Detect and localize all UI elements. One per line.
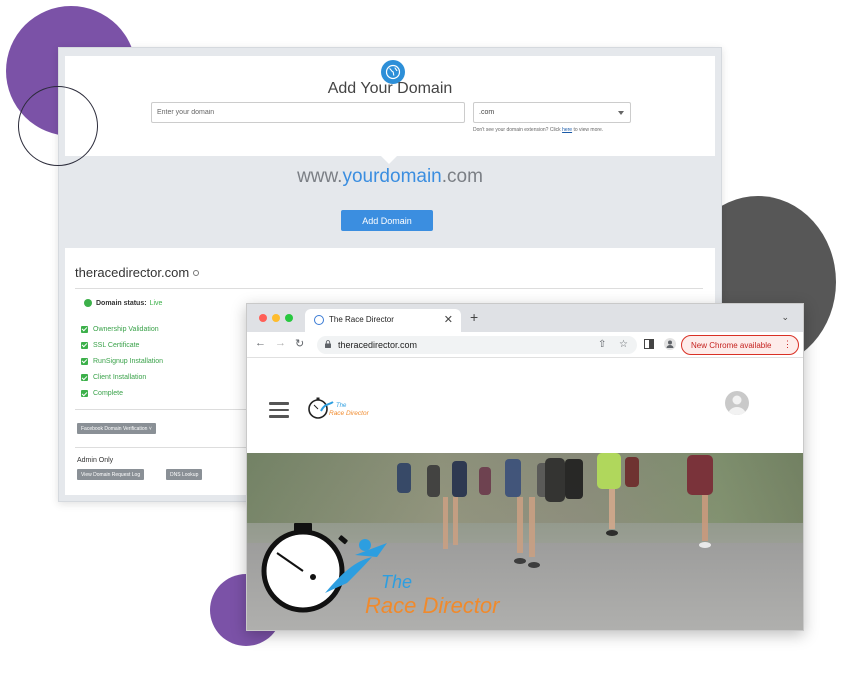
maximize-window-button[interactable] (285, 314, 293, 322)
extension-hint-link[interactable]: here (562, 127, 572, 133)
checkbox-checked-icon (81, 374, 88, 382)
close-window-button[interactable] (259, 314, 267, 322)
check-item-label: Client Installation (93, 374, 147, 382)
chrome-notice-text: New Chrome available (691, 341, 772, 350)
check-item: Client Installation (81, 370, 163, 386)
check-item-label: Ownership Validation (93, 325, 159, 333)
status-checklist: Ownership Validation SSL Certificate Run… (81, 321, 163, 402)
reload-icon[interactable]: ↻ (295, 337, 304, 350)
caret-down-icon (618, 111, 624, 115)
extension-hint-text: Don't see your domain extension? Click (473, 127, 561, 133)
stopwatch-favicon-icon (314, 315, 324, 325)
check-item: SSL Certificate (81, 337, 163, 353)
preview-prefix: www. (297, 166, 343, 187)
status-label: Domain status: (96, 299, 147, 307)
hero-banner: The Race Director (247, 453, 803, 630)
domain-input[interactable] (151, 102, 465, 123)
checkbox-checked-icon (81, 390, 88, 398)
extension-hint: Don't see your domain extension? Click h… (473, 127, 603, 133)
domain-extension-select[interactable]: .com (473, 102, 631, 123)
bookmark-star-icon[interactable]: ☆ (619, 339, 628, 350)
browser-toolbar: ← → ↻ theracedirector.com ⇧ ☆ New Chrome… (247, 332, 803, 358)
close-tab-icon[interactable]: ✕ (444, 313, 453, 326)
hero-logo-line2: Race Director (365, 593, 501, 618)
add-domain-title: Add Your Domain (327, 80, 453, 97)
back-arrow-icon[interactable]: ← (255, 337, 266, 349)
check-item: Complete (81, 386, 163, 402)
new-chrome-available-button[interactable]: New Chrome available ⋮ (681, 335, 799, 355)
user-avatar-icon[interactable] (725, 391, 749, 415)
tab-search-icon[interactable]: ⌄ (781, 312, 789, 323)
card-notch (381, 156, 397, 164)
hero-logo-line1: The (381, 572, 412, 592)
decorative-ring (18, 86, 98, 166)
check-item-label: Complete (93, 390, 123, 398)
check-item: Ownership Validation (81, 321, 163, 337)
dns-lookup-button[interactable]: DNS Lookup (166, 469, 203, 480)
checkbox-checked-icon (81, 325, 88, 333)
add-domain-card: Add Your Domain .com Don't see your doma… (65, 56, 715, 156)
tab-strip: The Race Director ✕ + ⌄ (247, 304, 803, 332)
hamburger-menu-icon[interactable] (269, 402, 289, 418)
preview-highlight: yourdomain (342, 166, 442, 187)
logo-small-line2: Race Director (329, 410, 370, 417)
preview-suffix: .com (441, 166, 483, 187)
race-director-logo-small[interactable]: The Race Director (307, 393, 379, 423)
facebook-verification-button[interactable]: Facebook Domain Verification ˅ (77, 423, 156, 434)
checkbox-checked-icon (81, 357, 88, 365)
checkbox-checked-icon (81, 341, 88, 349)
admin-only-label: Admin Only (77, 457, 114, 464)
domain-preview: www.yourdomain.com (59, 166, 721, 188)
divider (75, 288, 703, 289)
address-bar-url: theracedirector.com (338, 340, 418, 350)
check-item-label: RunSignup Installation (93, 357, 164, 365)
view-request-log-button[interactable]: View Domain Request Log (77, 469, 145, 480)
kebab-menu-icon[interactable]: ⋮ (783, 339, 792, 350)
status-value: Live (149, 299, 163, 307)
add-domain-button[interactable]: Add Domain (341, 210, 433, 231)
check-item-label: SSL Certificate (93, 341, 140, 349)
domain-name-text: theracedirector.com (75, 265, 190, 280)
domain-status-line: Domain status: Live (84, 299, 162, 307)
status-dot-icon (84, 299, 92, 307)
logo-small-line1: The (336, 403, 347, 409)
browser-window: The Race Director ✕ + ⌄ ← → ↻ theracedir… (246, 303, 804, 631)
tab-title: The Race Director (329, 315, 394, 324)
site-header: The Race Director (247, 359, 803, 453)
tab-the-race-director[interactable]: The Race Director ✕ (305, 309, 461, 332)
check-item: RunSignup Installation (81, 353, 163, 369)
info-icon[interactable] (193, 270, 200, 276)
address-bar[interactable]: theracedirector.com ⇧ ☆ (317, 336, 637, 354)
domain-extension-value: .com (479, 109, 495, 116)
share-icon[interactable]: ⇧ (598, 339, 606, 350)
extension-hint-suffix: to view more. (573, 127, 604, 133)
new-tab-icon[interactable]: + (470, 309, 478, 325)
hero-image: The Race Director (261, 453, 713, 618)
forward-arrow-icon[interactable]: → (275, 337, 286, 349)
minimize-window-button[interactable] (272, 314, 280, 322)
lock-icon (325, 340, 331, 348)
domain-name-heading: theracedirector.com (75, 265, 200, 280)
side-panel-icon[interactable] (644, 339, 654, 349)
profile-icon[interactable] (664, 338, 676, 350)
